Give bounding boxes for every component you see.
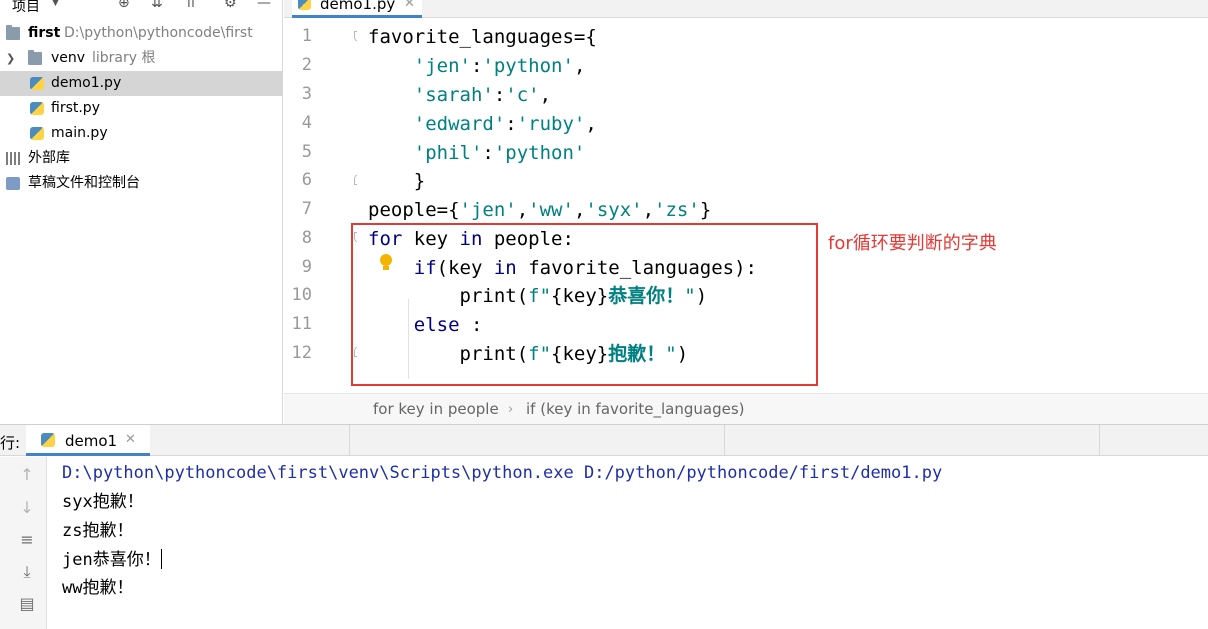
console-line: zs抱歉！ [62, 521, 134, 541]
run-tab-label: demo1 [65, 432, 118, 450]
code-line-6: } [368, 170, 426, 192]
divider [1099, 425, 1100, 456]
text-caret [161, 549, 162, 569]
line-number: 8 [301, 228, 312, 248]
console-output[interactable]: D:\python\pythoncode\first\venv\Scripts\… [48, 457, 1208, 629]
project-header: 项目 ▼ ⊕ ⇊ ⇈ ⚙ — [0, 0, 283, 16]
breadcrumb: for key in people › if (key in favorite_… [284, 393, 1208, 424]
console-line: jen恭喜你！ [62, 550, 161, 570]
console-command-line: D:\python\pythoncode\first\venv\Scripts\… [62, 463, 943, 483]
breadcrumb-item[interactable]: for key in people [373, 394, 499, 425]
tree-item-label: first.py [51, 100, 100, 116]
editor-tab-bar: demo1.py ✕ [284, 0, 1208, 18]
library-icon [6, 152, 20, 165]
python-file-icon [30, 127, 44, 140]
arrow-up-icon[interactable]: ↑ [17, 465, 37, 485]
tree-item-label: main.py [51, 125, 108, 141]
scratch-icon [6, 177, 20, 190]
close-icon[interactable]: ✕ [125, 432, 136, 447]
code-line-5: 'phil':'python' [413, 142, 586, 164]
line-number: 1 [301, 26, 312, 46]
code-line-3: 'sarah':'c', [413, 84, 552, 106]
gear-icon[interactable]: ⚙ [224, 0, 237, 11]
tab-demo1[interactable]: demo1.py ✕ [292, 0, 422, 18]
tree-item-venv[interactable]: ❯ venv library 根 [0, 46, 283, 71]
python-file-icon [298, 0, 311, 10]
line-number: 3 [301, 84, 312, 104]
annotation-text: for循环要判断的字典 [828, 233, 997, 254]
soft-wrap-icon[interactable]: ≡ [17, 530, 37, 550]
tree-item-demo1[interactable]: demo1.py [0, 71, 283, 96]
project-panel: 项目 ▼ ⊕ ⇊ ⇈ ⚙ — first D:\python\pythoncod… [0, 0, 283, 424]
folder-icon [6, 25, 20, 40]
python-icon [41, 433, 55, 447]
minimize-icon[interactable]: — [257, 0, 271, 11]
line-number: 12 [291, 343, 312, 363]
line-number: 5 [301, 142, 312, 162]
arrow-down-icon[interactable]: ↓ [17, 498, 37, 518]
chevron-right-icon: › [508, 402, 514, 417]
line-number: 11 [291, 314, 312, 334]
line-number: 2 [301, 55, 312, 75]
run-toolbar: ↑ ↓ ≡ ⤓ ▤ [0, 457, 47, 629]
tree-item-path: D:\python\pythoncode\first [64, 25, 253, 41]
run-tab-demo1[interactable]: demo1 ✕ [26, 425, 150, 456]
tree-item-label: demo1.py [51, 75, 122, 91]
line-number: 6 [301, 170, 312, 190]
code-line-7: people={'jen','ww','syx','zs'} [368, 199, 712, 221]
divider [724, 425, 725, 456]
chevron-right-icon[interactable]: ❯ [6, 46, 15, 71]
line-number: 10 [291, 285, 312, 305]
line-number-gutter: 1 2 3 4 5 6 7 8 9 10 11 12 [284, 19, 364, 392]
tree-item-scratches[interactable]: 草稿文件和控制台 [0, 171, 283, 196]
run-label: 行: [0, 434, 21, 452]
code-line-2: 'jen':'python', [413, 55, 586, 77]
tree-item-label: venv [51, 50, 86, 66]
project-title[interactable]: 项目 [12, 0, 40, 16]
expand-all-icon[interactable]: ⇊ [151, 0, 163, 11]
tree-item-external-libs[interactable]: 外部库 [0, 146, 283, 171]
tree-item-first-py[interactable]: first.py [0, 96, 283, 121]
line-number: 9 [301, 257, 312, 277]
tree-item-label: 草稿文件和控制台 [28, 175, 140, 191]
line-number: 7 [301, 199, 312, 219]
folder-icon [28, 50, 42, 65]
tree-item-label: 外部库 [28, 150, 70, 166]
tree-item-first[interactable]: first D:\python\pythoncode\first [0, 21, 283, 46]
tree-item-main-py[interactable]: main.py [0, 121, 283, 146]
code-line-4: 'edward':'ruby', [413, 113, 597, 135]
tree-item-label: first [28, 25, 61, 41]
tab-label: demo1.py [320, 0, 396, 13]
collapse-all-icon[interactable]: ⇈ [185, 0, 197, 11]
line-number: 4 [301, 113, 312, 133]
scroll-to-end-icon[interactable]: ⤓ [17, 562, 37, 582]
run-panel-header: 行: demo1 ✕ [0, 424, 1208, 456]
breadcrumb-item[interactable]: if (key in favorite_languages) [526, 394, 745, 425]
python-file-icon [30, 77, 44, 90]
close-icon[interactable]: ✕ [404, 0, 415, 14]
divider [349, 425, 350, 456]
annotation-box [351, 223, 818, 386]
code-line-1: favorite_languages={ [368, 26, 597, 48]
python-file-icon [30, 102, 44, 115]
chevron-down-icon[interactable]: ▼ [52, 0, 59, 8]
tree-item-extra: library 根 [92, 50, 156, 66]
print-icon[interactable]: ▤ [17, 594, 37, 614]
console-line: syx抱歉！ [62, 492, 144, 512]
locate-icon[interactable]: ⊕ [118, 0, 130, 11]
console-line: ww抱歉！ [62, 578, 134, 598]
